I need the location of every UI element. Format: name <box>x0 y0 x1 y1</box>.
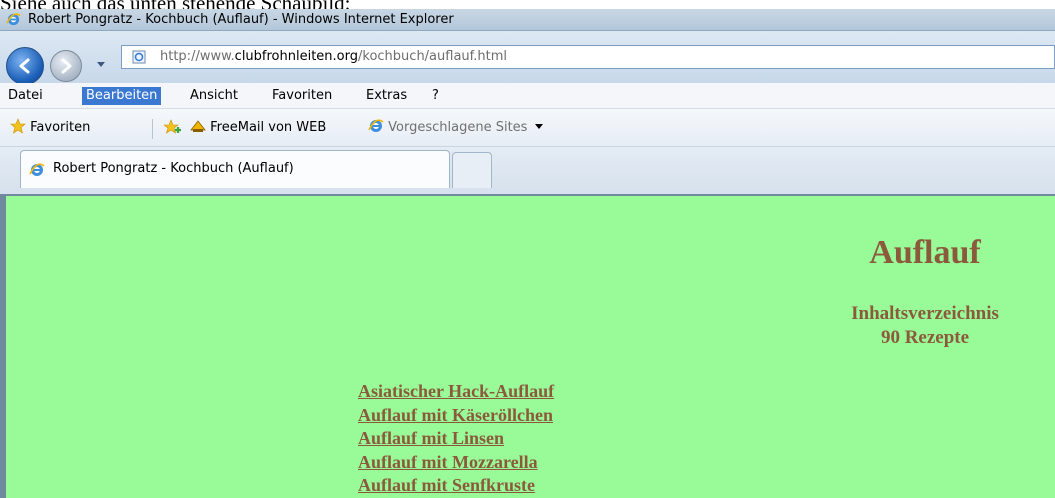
arrow-right-icon <box>61 58 72 74</box>
menu-favoriten[interactable]: Favoriten <box>268 87 336 105</box>
freemail-icon <box>190 120 206 132</box>
recipe-link[interactable]: Asiatischer Hack-Auflauf <box>358 380 554 404</box>
page-caption: Siehe auch das unten stehende Schaubild: <box>0 0 351 15</box>
address-bar[interactable]: http://www.clubfrohnleiten.org/kochbuch/… <box>121 45 1055 69</box>
page-content: Auflauf Inhaltsverzeichnis 90 Rezepte As… <box>0 194 1055 498</box>
window-titlebar: Robert Pongratz - Kochbuch (Auflauf) - W… <box>0 9 1055 31</box>
suggested-sites-link[interactable]: Vorgeschlagene Sites <box>368 118 543 138</box>
favorites-button[interactable]: Favoriten <box>10 118 90 138</box>
ie-logo-icon <box>6 13 21 26</box>
freemail-label: FreeMail von WEB <box>210 120 327 135</box>
toc-heading: Inhaltsverzeichnis 90 Rezepte <box>805 302 1045 350</box>
window-title: Robert Pongratz - Kochbuch (Auflauf) - W… <box>28 12 454 27</box>
favbar-separator <box>152 119 153 139</box>
menu-ansicht[interactable]: Ansicht <box>186 87 242 105</box>
menu-help[interactable]: ? <box>428 87 443 105</box>
forward-button[interactable] <box>50 50 82 82</box>
recipe-link[interactable]: Auflauf mit Mozzarella <box>358 451 554 475</box>
back-button[interactable] <box>6 47 44 85</box>
add-favorite-icon <box>163 119 181 134</box>
ie-logo-icon <box>368 119 384 132</box>
toc-title: Inhaltsverzeichnis <box>851 303 999 324</box>
recipe-link[interactable]: Auflauf mit Linsen <box>358 427 554 451</box>
page-title: Auflauf <box>869 234 981 271</box>
favorites-bar: Favoriten FreeMail von WEB Vorgeschlagen… <box>0 109 1055 147</box>
recipe-link[interactable]: Auflauf mit Käseröllchen <box>358 404 554 428</box>
chevron-down-icon <box>534 124 543 129</box>
menu-bearbeiten[interactable]: Bearbeiten <box>82 87 162 105</box>
menu-datei[interactable]: Datei <box>4 87 47 105</box>
tab-bar: Robert Pongratz - Kochbuch (Auflauf) <box>0 147 1055 194</box>
add-to-favorites-button[interactable] <box>163 118 182 138</box>
star-icon <box>10 118 26 134</box>
freemail-link[interactable]: FreeMail von WEB <box>190 118 326 138</box>
recipe-list: Asiatischer Hack-Auflauf Auflauf mit Käs… <box>358 380 554 498</box>
recipe-link[interactable]: Auflauf mit Senfkruste <box>358 474 554 498</box>
recent-pages-dropdown[interactable] <box>97 62 105 67</box>
menu-bar: Datei Bearbeiten Ansicht Favoriten Extra… <box>0 83 1055 109</box>
suggested-sites-label: Vorgeschlagene Sites <box>388 120 528 135</box>
tab-label: Robert Pongratz - Kochbuch (Auflauf) <box>53 161 294 176</box>
new-tab-button[interactable] <box>452 152 492 188</box>
recipe-count: 90 Rezepte <box>880 327 970 348</box>
arrow-left-icon <box>19 58 30 74</box>
menu-extras[interactable]: Extras <box>362 87 411 105</box>
tab-active[interactable]: Robert Pongratz - Kochbuch (Auflauf) <box>20 150 450 188</box>
page-icon <box>132 50 146 64</box>
favorites-label: Favoriten <box>30 120 91 135</box>
ie-logo-icon <box>29 163 45 176</box>
address-url[interactable]: http://www.clubfrohnleiten.org/kochbuch/… <box>160 49 507 64</box>
